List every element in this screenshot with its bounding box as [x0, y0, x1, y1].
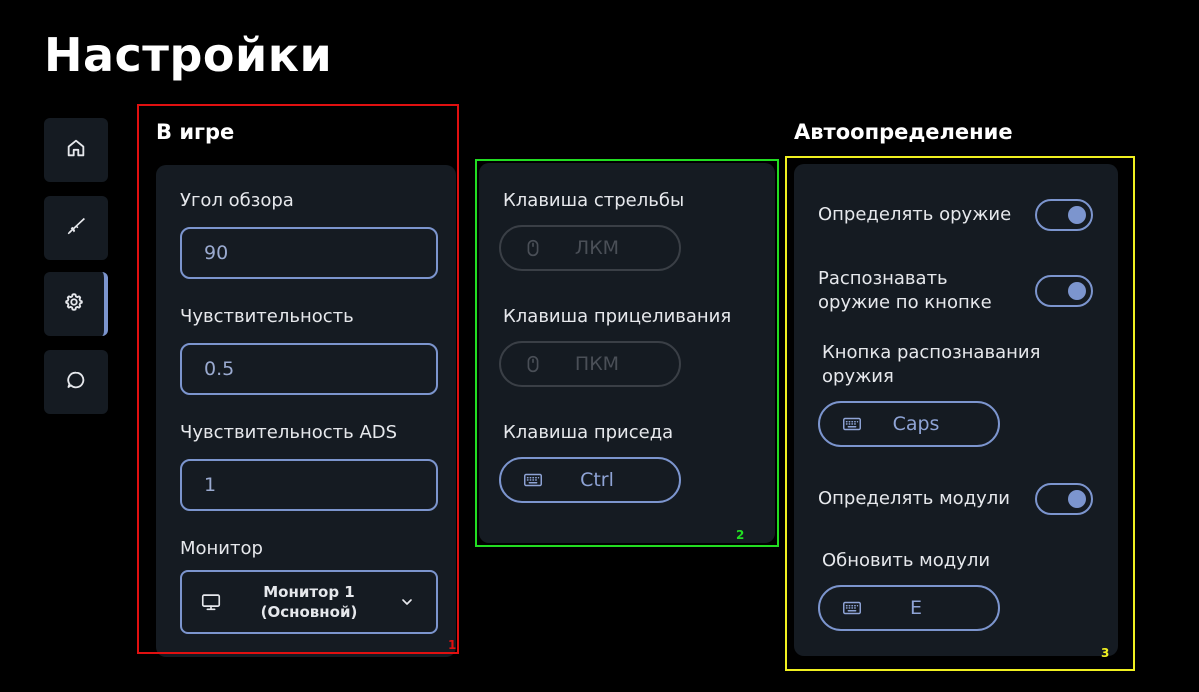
settings-page: Настройки В игре Угол обзора 90 Чувствит… [0, 0, 1199, 692]
recognize-key-label-line2: оружия [822, 366, 894, 387]
recognize-by-button-label-line2: оружие по кнопке [818, 292, 992, 313]
crouch-key-value: Ctrl [580, 469, 614, 491]
aim-key-label: Клавиша прицеливания [503, 306, 732, 327]
sidebar-item-settings[interactable] [44, 272, 108, 336]
refresh-modules-value: E [909, 597, 922, 619]
refresh-modules-button[interactable]: E [818, 585, 1000, 631]
keyboard-icon [820, 413, 870, 435]
aim-key-value: ПКМ [574, 353, 620, 375]
refresh-modules-label: Обновить модули [822, 550, 991, 571]
aim-key-button[interactable]: ПКМ [499, 341, 681, 387]
annotation-number-1: 1 [448, 638, 457, 652]
recognize-key-button[interactable]: Caps [818, 401, 1000, 447]
sensitivity-input[interactable]: 0.5 [180, 343, 438, 395]
recognize-key-label-line1: Кнопка распознавания [822, 342, 1041, 363]
detect-weapon-label: Определять оружие [818, 204, 1012, 225]
monitor-select-value-line2: (Основной) [260, 603, 358, 621]
keys-card: Клавиша стрельбы ЛКМ Клавиша прицеливани… [479, 163, 775, 543]
fire-key-label: Клавиша стрельбы [503, 190, 685, 211]
recognize-key-value: Caps [892, 413, 940, 435]
chevron-down-icon [378, 594, 436, 610]
fov-input[interactable]: 90 [180, 227, 438, 279]
sidebar-item-chat[interactable] [44, 350, 108, 414]
mouse-icon [501, 237, 551, 259]
fov-label: Угол обзора [180, 190, 294, 211]
ads-sensitivity-input[interactable]: 1 [180, 459, 438, 511]
in-game-card: Угол обзора 90 Чувствительность 0.5 Чувс… [156, 165, 456, 657]
rifle-icon [65, 215, 87, 241]
home-icon [65, 137, 87, 163]
recognize-by-button-toggle[interactable] [1035, 275, 1093, 307]
monitor-select-value: Монитор 1 (Основной) [240, 582, 378, 622]
detect-modules-label: Определять модули [818, 488, 1010, 509]
keyboard-icon [820, 597, 870, 619]
mouse-icon [501, 353, 551, 375]
sidebar-item-weapons[interactable] [44, 196, 108, 260]
recognize-key-label: Кнопка распознавания оружия [822, 341, 1040, 389]
monitor-select[interactable]: Монитор 1 (Основной) [180, 570, 438, 634]
toggle-knob [1068, 490, 1086, 508]
sensitivity-label: Чувствительность [180, 306, 354, 327]
in-game-section-title: В игре [156, 120, 235, 144]
detect-modules-toggle[interactable] [1035, 483, 1093, 515]
toggle-knob [1068, 206, 1086, 224]
auto-section-title: Автоопределение [794, 120, 1013, 144]
fire-key-value: ЛКМ [574, 237, 620, 259]
detect-weapon-toggle[interactable] [1035, 199, 1093, 231]
chat-bubble-icon [65, 369, 87, 395]
gear-icon [63, 291, 85, 317]
crouch-key-label: Клавиша приседа [503, 422, 674, 443]
monitor-icon [182, 591, 240, 613]
annotation-number-3: 3 [1101, 646, 1110, 660]
recognize-by-button-label-line1: Распознавать [818, 268, 948, 289]
toggle-knob [1068, 282, 1086, 300]
auto-card: Определять оружие Распознавать оружие по… [794, 164, 1118, 656]
fire-key-button[interactable]: ЛКМ [499, 225, 681, 271]
monitor-select-value-line1: Монитор 1 [263, 583, 355, 601]
monitor-label: Монитор [180, 538, 263, 559]
keyboard-icon [501, 469, 551, 491]
ads-sensitivity-label: Чувствительность ADS [180, 422, 398, 443]
crouch-key-button[interactable]: Ctrl [499, 457, 681, 503]
sidebar-item-home[interactable] [44, 118, 108, 182]
recognize-by-button-label: Распознавать оружие по кнопке [818, 267, 992, 315]
annotation-number-2: 2 [736, 528, 745, 542]
page-title: Настройки [44, 28, 333, 82]
